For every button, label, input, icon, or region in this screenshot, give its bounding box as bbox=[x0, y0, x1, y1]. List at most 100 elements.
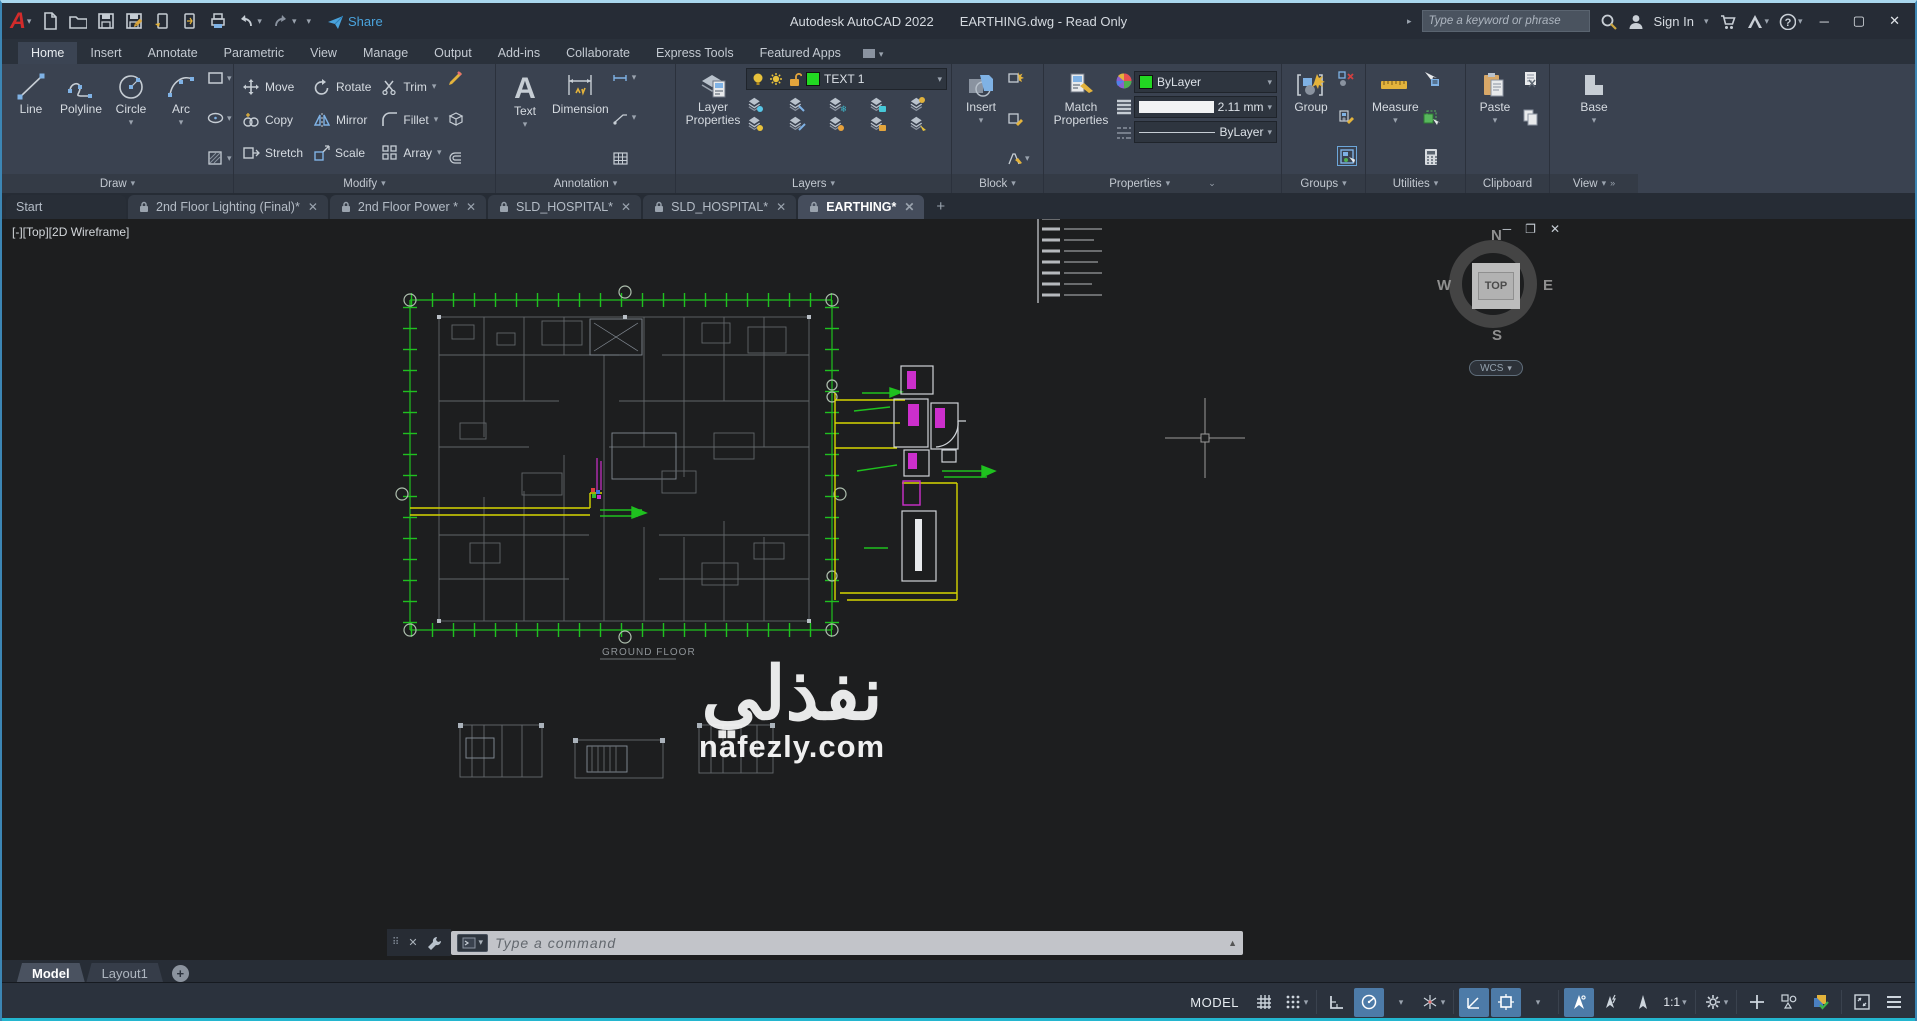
lineweight-dropdown[interactable]: 2.11 mm ▾ bbox=[1134, 96, 1277, 118]
annotation-visibility-toggle[interactable] bbox=[1564, 987, 1594, 1017]
ellipse-button[interactable]: ▾ bbox=[207, 110, 232, 126]
object-snap-menu[interactable]: ▾ bbox=[1523, 988, 1553, 1017]
layer-unlock-all-button[interactable] bbox=[870, 115, 905, 132]
select-similar-button[interactable] bbox=[1422, 109, 1440, 126]
line-button[interactable]: Line bbox=[6, 68, 56, 119]
annotation-autoscale-toggle[interactable] bbox=[1596, 988, 1626, 1017]
new-drawing-tab-button[interactable]: + bbox=[926, 198, 955, 215]
tab-add-ins[interactable]: Add-ins bbox=[485, 42, 553, 64]
close-button[interactable]: ✕ bbox=[1882, 13, 1907, 29]
tab-parametric[interactable]: Parametric bbox=[211, 42, 297, 64]
isolate-objects-button[interactable] bbox=[1774, 988, 1804, 1017]
annotation-scale-icon[interactable] bbox=[1628, 988, 1658, 1017]
chevron-down-icon[interactable]: ▾ bbox=[1393, 116, 1398, 125]
close-tab-icon[interactable]: ✕ bbox=[308, 200, 318, 214]
chevron-down-icon[interactable]: ▾ bbox=[979, 116, 984, 125]
polar-tracking-menu[interactable]: ▾ bbox=[1386, 988, 1416, 1017]
chevron-down-icon[interactable]: ▾ bbox=[179, 118, 184, 127]
customize-qat-button[interactable]: ▾ bbox=[306, 16, 311, 26]
file-tab-2nd-floor-lighting[interactable]: 2nd Floor Lighting (Final)* ✕ bbox=[128, 195, 328, 219]
base-view-button[interactable]: Base ▾ bbox=[1569, 68, 1619, 128]
layers-panel-label[interactable]: Layers ▾ bbox=[676, 174, 951, 193]
polyline-button[interactable]: Polyline bbox=[56, 68, 106, 119]
share-button[interactable]: Share bbox=[327, 13, 383, 29]
copy-button[interactable]: Copy bbox=[242, 111, 303, 129]
layer-isolate-button[interactable] bbox=[788, 96, 824, 113]
groups-panel-label[interactable]: Groups ▾ bbox=[1282, 174, 1365, 193]
layer-match-button[interactable] bbox=[829, 115, 864, 132]
quick-select-button[interactable] bbox=[1422, 70, 1440, 87]
command-input[interactable]: ▾ Type a command ▲ bbox=[450, 930, 1243, 955]
layer-color-swatch[interactable] bbox=[806, 72, 820, 86]
minimize-button[interactable]: ─ bbox=[1813, 14, 1836, 29]
model-space-button[interactable]: MODEL bbox=[1182, 988, 1247, 1017]
help-search-input[interactable]: Type a keyword or phrase bbox=[1421, 10, 1590, 32]
copy-clip-button[interactable] bbox=[1521, 108, 1539, 126]
undo-button[interactable]: ▾ bbox=[237, 12, 262, 30]
autodesk-app-button[interactable]: ▾ bbox=[1746, 13, 1769, 30]
tab-manage[interactable]: Manage bbox=[350, 42, 421, 64]
offset-button[interactable] bbox=[447, 149, 465, 166]
modify-panel-label[interactable]: Modify ▾ bbox=[234, 174, 495, 193]
layer-on-bulb-icon[interactable] bbox=[751, 72, 765, 86]
group-edit-button[interactable] bbox=[1337, 108, 1357, 125]
close-tab-icon[interactable]: ✕ bbox=[776, 200, 786, 214]
tab-featured-apps[interactable]: Featured Apps bbox=[747, 42, 854, 64]
create-block-button[interactable] bbox=[1007, 70, 1030, 86]
scale-button[interactable]: Scale bbox=[313, 144, 371, 161]
arc-button[interactable]: Arc ▾ bbox=[156, 68, 206, 130]
insert-block-button[interactable]: Insert ▾ bbox=[956, 68, 1006, 128]
layer-freeze-button[interactable]: ❄ bbox=[829, 96, 864, 113]
chevron-down-icon[interactable]: ▾ bbox=[437, 148, 442, 157]
viewcube-east[interactable]: E bbox=[1543, 277, 1553, 294]
measure-button[interactable]: Measure ▾ bbox=[1370, 68, 1421, 128]
erase-button[interactable] bbox=[447, 70, 465, 87]
layer-off-button[interactable] bbox=[748, 96, 783, 113]
move-button[interactable]: Move bbox=[242, 77, 303, 96]
layer-select-dropdown[interactable]: TEXT 1 ▾ bbox=[746, 68, 947, 90]
mirror-button[interactable]: Mirror bbox=[313, 111, 371, 128]
text-button[interactable]: A Text ▾ bbox=[500, 68, 550, 132]
paste-button[interactable]: Paste ▾ bbox=[1470, 68, 1520, 128]
ortho-mode-toggle[interactable] bbox=[1322, 988, 1352, 1017]
group-selection-toggle[interactable] bbox=[1337, 146, 1357, 166]
layer-on-button[interactable] bbox=[748, 115, 783, 132]
tab-annotate[interactable]: Annotate bbox=[135, 42, 211, 64]
graphics-performance-button[interactable] bbox=[1806, 988, 1836, 1017]
help-button[interactable]: ▾ bbox=[1779, 13, 1803, 30]
hatch-button[interactable]: ▾ bbox=[207, 150, 232, 166]
app-store-cart-button[interactable] bbox=[1719, 13, 1736, 30]
lineweight-icon[interactable] bbox=[1115, 98, 1133, 116]
maximize-button[interactable]: ▢ bbox=[1846, 13, 1872, 29]
draw-panel-label[interactable]: Draw ▾ bbox=[2, 174, 233, 193]
chevron-down-icon[interactable]: ▾ bbox=[432, 82, 437, 91]
annotation-scale-button[interactable]: 1:1 ▾ bbox=[1660, 988, 1690, 1017]
save-button[interactable] bbox=[97, 12, 115, 30]
layer-walk-button[interactable] bbox=[910, 115, 945, 132]
properties-panel-label[interactable]: Properties ▾ ⌄ bbox=[1044, 174, 1281, 193]
color-wheel-icon[interactable] bbox=[1115, 72, 1133, 90]
layer-thaw-button[interactable] bbox=[788, 115, 824, 132]
match-properties-button[interactable]: Match Properties bbox=[1048, 68, 1114, 130]
polar-tracking-toggle[interactable] bbox=[1354, 987, 1384, 1017]
file-tab-sld-hospital-2[interactable]: SLD_HOSPITAL* ✕ bbox=[643, 195, 797, 219]
layer-unlock-icon[interactable] bbox=[787, 72, 802, 86]
view-panel-label[interactable]: View ▾» bbox=[1550, 174, 1638, 193]
chevron-down-icon[interactable]: ▾ bbox=[1493, 116, 1498, 125]
file-tab-start[interactable]: Start bbox=[6, 195, 126, 219]
annotation-monitor-plus-button[interactable] bbox=[1742, 988, 1772, 1017]
close-tab-icon[interactable]: ✕ bbox=[621, 200, 631, 214]
stretch-button[interactable]: Stretch bbox=[242, 144, 303, 161]
chevron-down-icon[interactable]: ▾ bbox=[1441, 997, 1446, 1007]
group-button[interactable]: Group bbox=[1286, 68, 1336, 117]
drawing-viewport[interactable]: GROUND FLOOR [-][Top][2D Wireframe] ─ ❐ … bbox=[2, 219, 1915, 1021]
clean-screen-button[interactable] bbox=[1847, 988, 1877, 1017]
array-button[interactable]: Array ▾ bbox=[381, 144, 442, 161]
annotation-panel-label[interactable]: Annotation ▾ bbox=[496, 174, 675, 193]
table-button[interactable] bbox=[612, 150, 637, 166]
drag-handle-icon[interactable]: ⠿ bbox=[392, 937, 400, 948]
cut-clip-button[interactable] bbox=[1521, 70, 1539, 88]
edit-block-button[interactable] bbox=[1007, 111, 1030, 127]
chevron-down-icon[interactable]: ▾ bbox=[1592, 116, 1597, 125]
viewport-controls-label[interactable]: [-][Top][2D Wireframe] bbox=[12, 225, 129, 239]
